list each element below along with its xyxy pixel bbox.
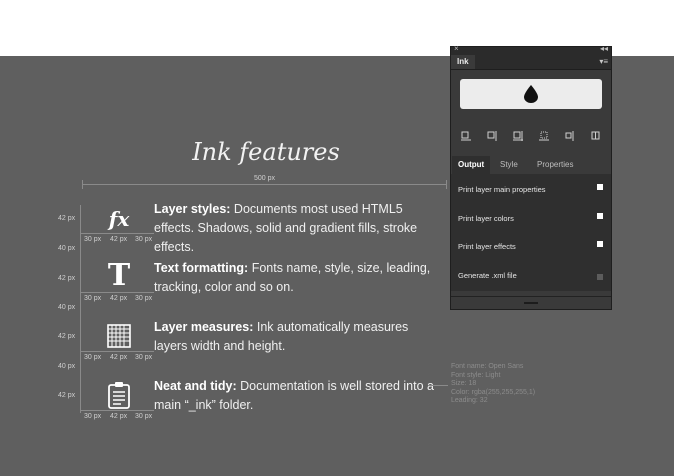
dim-label: 42 px [110,236,128,243]
dim-label: 30 px [135,236,153,243]
feature-layer-measures: Layer measures: Ink automatically measur… [154,320,409,353]
panel-titlebar[interactable]: × ◂◂ [451,44,611,55]
text-t-icon: T [107,257,131,293]
row-guide [80,410,154,411]
output-tabs: Output Style Properties [451,156,611,174]
feature-neat-tidy: Neat and tidy: Documentation is well sto… [154,379,434,412]
text-measure-note: Font name: Open Sans Font style: Light S… [451,363,536,404]
dim-label: 42 px [110,354,128,361]
option-checkbox[interactable] [597,184,603,190]
width-label: 500 px [254,175,276,182]
grid-measure-icon [104,321,134,351]
frame-icon[interactable] [539,131,549,141]
feature-text-formatting: Text formatting: Fonts name, style, size… [154,261,431,294]
tab-ink[interactable]: Ink [451,55,475,69]
align-center-icon[interactable] [513,131,523,141]
option-label: Print layer colors [458,214,514,223]
clipboard-icon [104,380,134,410]
dim-label: 30 px [135,413,153,420]
close-icon[interactable]: × [454,44,459,53]
note-leader-line [428,385,448,386]
resize-grip[interactable] [524,302,538,304]
dim-label: 30 px [84,236,102,243]
spacing-icon[interactable] [565,131,575,141]
feature-layer-styles: Layer styles: Documents most used HTML5 … [154,202,418,254]
dim-label: 42 px [58,333,76,340]
dim-label: 42 px [58,215,76,222]
dim-label: 42 px [110,413,128,420]
dim-label: 30 px [135,295,153,302]
dim-label: 30 px [135,354,153,361]
dim-label: 42 px [58,392,76,399]
option-label: Generate .xml file [458,271,517,280]
layout-toolbar [461,131,601,141]
width-guide-line [82,184,447,185]
tab-properties[interactable]: Properties [537,156,573,174]
fx-icon: fx [108,207,130,231]
align-right-icon[interactable] [487,131,497,141]
panel-tabbar: Ink ▾≡ [451,55,611,70]
dim-label: 40 px [58,363,76,370]
dim-label: 30 px [84,413,102,420]
option-checkbox[interactable] [597,213,603,219]
option-label: Print layer main properties [458,185,546,194]
row-guide [80,351,154,352]
dim-label: 30 px [84,295,102,302]
width-guide-tick-right [446,180,447,189]
ink-drop-icon [524,85,538,103]
collapse-icon[interactable]: ◂◂ [600,44,608,53]
option-label: Print layer effects [458,242,516,251]
panel-footer [451,296,611,309]
panel-menu-icon[interactable]: ▾≡ [599,57,608,66]
align-left-icon[interactable] [461,131,471,141]
tab-output[interactable]: Output [452,156,491,174]
tab-style[interactable]: Style [500,156,518,174]
grid-layout-icon[interactable] [591,131,601,141]
dim-label: 30 px [84,354,102,361]
dim-label: 40 px [58,245,76,252]
option-checkbox[interactable] [597,274,603,280]
dim-label: 40 px [58,304,76,311]
option-checkbox[interactable] [597,241,603,247]
output-options: Print layer main properties Print layer … [451,174,611,291]
ink-panel: × ◂◂ Ink ▾≡ Output Style Properties Prin… [450,44,612,310]
width-guide-tick-left [82,180,83,189]
ink-run-button[interactable] [460,79,602,109]
dim-label: 42 px [110,295,128,302]
height-guide-line [80,205,81,413]
dim-label: 42 px [58,275,76,282]
